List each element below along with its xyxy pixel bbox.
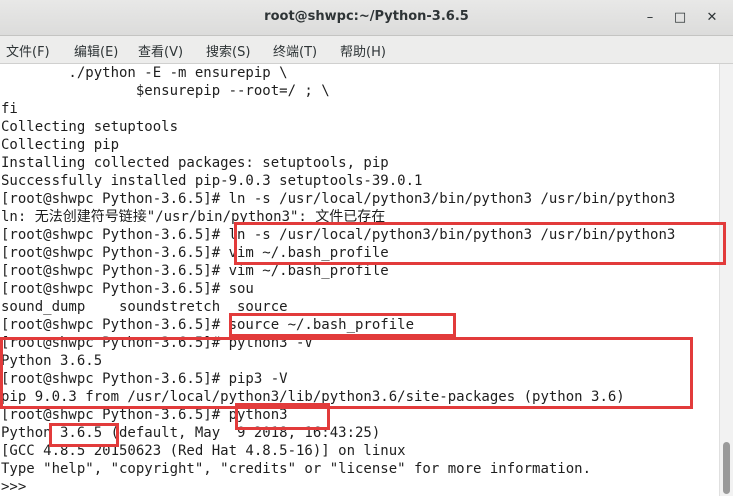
- terminal-line: [root@shwpc Python-3.6.5]# pip3 -V: [1, 371, 288, 387]
- terminal-line: ./python -E -m ensurepip \: [1, 65, 288, 81]
- menu-view[interactable]: 查看(V): [138, 41, 183, 60]
- terminal-line: Collecting setuptools: [1, 119, 179, 135]
- maximize-icon[interactable]: □: [670, 8, 690, 28]
- terminal-line: $ensurepip --root=/ ; \: [1, 83, 330, 99]
- terminal-line: Collecting pip: [1, 137, 120, 153]
- terminal-line: Python 3.6.5 (default, May 9 2018, 16:43…: [1, 425, 381, 441]
- terminal-line: sound_dump soundstretch source: [1, 299, 288, 315]
- terminal-line: [root@shwpc Python-3.6.5]# python3: [1, 407, 288, 423]
- terminal-line: fi: [1, 101, 18, 117]
- terminal-line: ln: 无法创建符号链接"/usr/bin/python3": 文件已存在: [1, 209, 386, 225]
- terminal-line: [root@shwpc Python-3.6.5]# python3 -V: [1, 335, 313, 351]
- terminal-line: pip 9.0.3 from /usr/local/python3/lib/py…: [1, 389, 625, 405]
- terminal-line: [root@shwpc Python-3.6.5]# sou: [1, 281, 254, 297]
- menu-help[interactable]: 帮助(H): [340, 41, 386, 60]
- close-icon[interactable]: ✕: [702, 8, 722, 28]
- terminal-line: [root@shwpc Python-3.6.5]# ln -s /usr/lo…: [1, 227, 676, 243]
- menu-bar: 文件(F) 编辑(E) 查看(V) 搜索(S) 终端(T) 帮助(H): [0, 36, 733, 64]
- terminal-line: [root@shwpc Python-3.6.5]# source ~/.bas…: [1, 317, 415, 333]
- menu-file[interactable]: 文件(F): [6, 41, 50, 60]
- terminal-prompt: >>>: [1, 479, 35, 495]
- menu-search[interactable]: 搜索(S): [206, 41, 250, 60]
- menu-edit[interactable]: 编辑(E): [74, 41, 118, 60]
- terminal-line: Successfully installed pip-9.0.3 setupto…: [1, 173, 423, 189]
- terminal-line: [root@shwpc Python-3.6.5]# ln -s /usr/lo…: [1, 191, 676, 207]
- terminal-line: Installing collected packages: setuptool…: [1, 155, 389, 171]
- title-bar: root@shwpc:~/Python-3.6.5 – □ ✕: [0, 0, 733, 36]
- minimize-icon[interactable]: –: [640, 8, 660, 28]
- menu-terminal[interactable]: 终端(T): [273, 41, 317, 60]
- terminal-line: Python 3.6.5: [1, 353, 103, 369]
- terminal-line: Type "help", "copyright", "credits" or "…: [1, 461, 592, 477]
- terminal-line: [root@shwpc Python-3.6.5]# vim ~/.bash_p…: [1, 263, 389, 279]
- terminal-line: [GCC 4.8.5 20150623 (Red Hat 4.8.5-16)] …: [1, 443, 406, 459]
- vertical-scrollbar[interactable]: [719, 64, 733, 496]
- terminal-output[interactable]: ./python -E -m ensurepip \ $ensurepip --…: [0, 64, 719, 496]
- scrollbar-thumb[interactable]: [723, 442, 730, 494]
- window-title: root@shwpc:~/Python-3.6.5: [264, 9, 469, 24]
- terminal-line: [root@shwpc Python-3.6.5]# vim ~/.bash_p…: [1, 245, 389, 261]
